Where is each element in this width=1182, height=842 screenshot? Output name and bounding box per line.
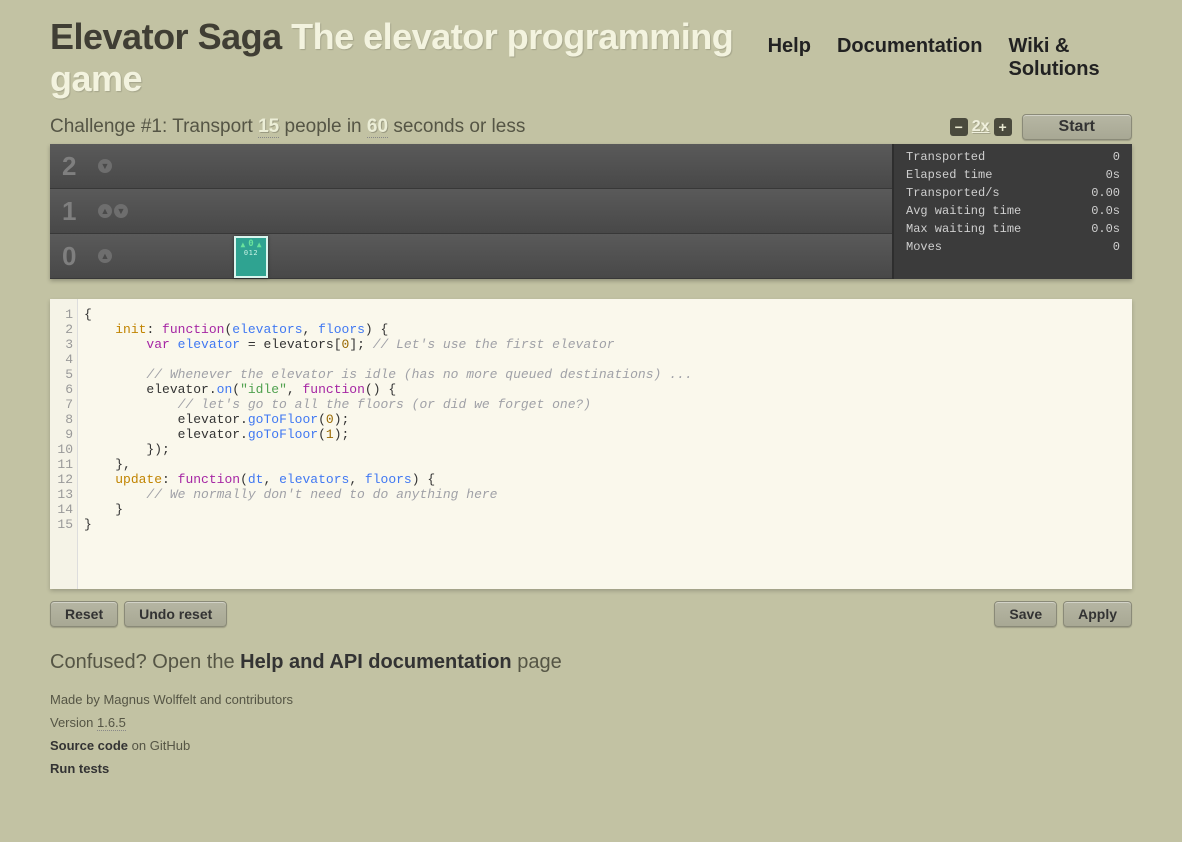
speed-controls: − 2x + [950,118,1012,136]
elevator-down-icon: ▲ [257,240,262,249]
help-api-link[interactable]: Help and API documentation [240,651,512,673]
call-up-icon[interactable]: ▲ [98,249,112,263]
credits-line: Made by Magnus Wolffelt and contributors [50,692,1132,707]
nav-wiki-solutions[interactable]: Wiki & Solutions [1009,35,1133,81]
save-button[interactable]: Save [994,601,1057,627]
help-line: Confused? Open the Help and API document… [50,651,1132,674]
floor-0: 0 ▲ [50,234,892,279]
editor-code[interactable]: { init: function(elevators, floors) { va… [78,299,699,589]
floor-number: 1 [62,196,88,227]
elevator-queue-label: 012 [244,249,258,257]
elevator-floor-indicator: 0 [248,239,253,249]
nav-help[interactable]: Help [768,35,811,81]
stat-row: Max waiting time0.0s [906,222,1120,236]
undo-reset-button[interactable]: Undo reset [124,601,227,627]
stat-row: Transported/s0.00 [906,186,1120,200]
stats-panel: Transported0 Elapsed time0s Transported/… [892,144,1132,279]
floor-1: 1 ▲ ▼ [50,189,892,234]
source-line[interactable]: Source code on GitHub [50,738,1132,753]
challenge-seconds: 60 [367,116,388,138]
speed-increase-button[interactable]: + [994,118,1012,136]
page-title: Elevator Saga The elevator programming g… [50,16,768,100]
nav-bar: Help Documentation Wiki & Solutions [768,35,1132,81]
reset-button[interactable]: Reset [50,601,118,627]
stat-row: Transported0 [906,150,1120,164]
challenge-people: 15 [258,116,279,138]
elevator: ▲ 0 ▲ 012 [234,236,268,278]
nav-documentation[interactable]: Documentation [837,35,983,81]
call-up-icon[interactable]: ▲ [98,204,112,218]
call-down-icon[interactable]: ▼ [98,159,112,173]
floor-2: 2 ▼ [50,144,892,189]
stat-row: Avg waiting time0.0s [906,204,1120,218]
elevator-up-icon: ▲ [240,240,245,249]
floor-number: 2 [62,151,88,182]
call-down-icon[interactable]: ▼ [114,204,128,218]
world-container: 2 ▼ 1 ▲ ▼ 0 ▲ ▲ 0 [50,144,1132,279]
code-editor[interactable]: 123456789101112131415 { init: function(e… [50,299,1132,589]
speed-label: 2x [972,118,990,136]
run-tests-link[interactable]: Run tests [50,761,1132,776]
stat-row: Moves0 [906,240,1120,254]
floors-panel: 2 ▼ 1 ▲ ▼ 0 ▲ ▲ 0 [50,144,892,279]
start-button[interactable]: Start [1022,114,1132,140]
version-number: 1.6.5 [97,715,126,731]
title-main: Elevator Saga [50,16,282,57]
editor-gutter: 123456789101112131415 [50,299,78,589]
version-line: Version 1.6.5 [50,715,1132,730]
apply-button[interactable]: Apply [1063,601,1132,627]
stat-row: Elapsed time0s [906,168,1120,182]
speed-decrease-button[interactable]: − [950,118,968,136]
floor-number: 0 [62,241,88,272]
challenge-text: Challenge #1: Transport 15 people in 60 … [50,116,525,138]
